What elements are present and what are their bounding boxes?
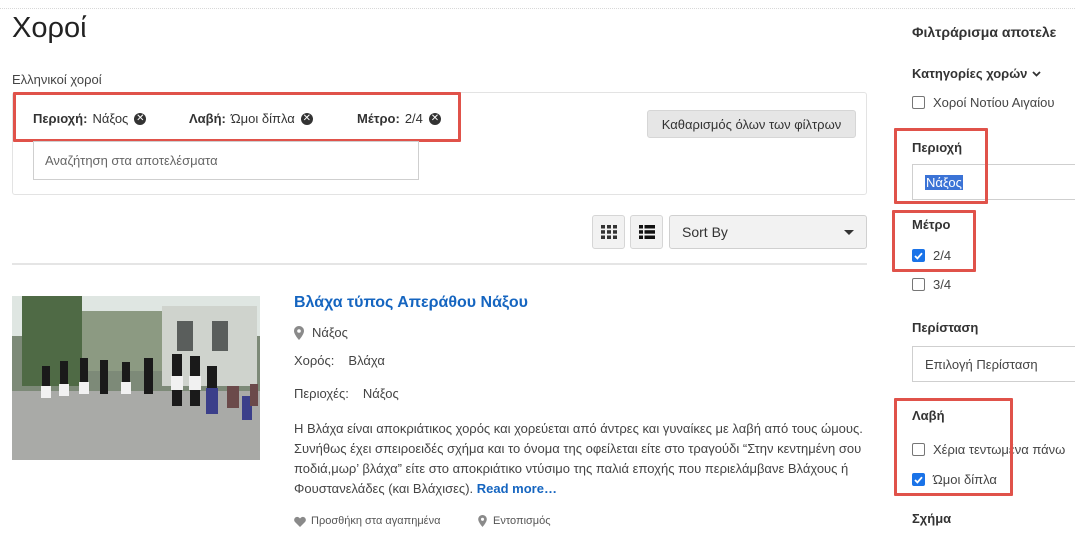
result-regions-row: Περιοχές: Νάξος xyxy=(294,386,399,401)
category-option[interactable]: Χοροί Νοτίου Αιγαίου xyxy=(912,95,1055,110)
regions-value: Νάξος xyxy=(362,386,399,401)
category-subtitle: Ελληνικοί χοροί xyxy=(12,72,102,87)
map-marker-icon xyxy=(478,515,487,527)
occasion-heading: Περίσταση xyxy=(912,320,979,335)
category-option-label: Χοροί Νοτίου Αιγαίου xyxy=(933,95,1055,110)
chevron-down-icon xyxy=(1032,70,1042,77)
dance-label: Χορός: xyxy=(294,353,335,368)
meter-option-3-4[interactable]: 3/4 xyxy=(912,277,951,292)
grid-view-icon xyxy=(600,225,617,239)
filter-sidebar-title: Φιλτράρισμα αποτελε xyxy=(912,24,1057,40)
result-dance-row: Χορός: Βλάχα xyxy=(294,353,385,368)
region-highlight xyxy=(894,128,988,204)
results-search-input[interactable] xyxy=(33,141,419,180)
add-favorite-label: Προσθήκη στα αγαπημένα xyxy=(311,515,441,527)
checkbox[interactable] xyxy=(912,96,925,109)
chips-highlight xyxy=(13,92,461,142)
meter-option-label: 3/4 xyxy=(933,277,952,292)
occasion-placeholder: Επιλογή Περίσταση xyxy=(925,356,1038,372)
result-location-text: Νάξος xyxy=(312,325,348,340)
read-more-link[interactable]: Read more… xyxy=(477,481,557,496)
caret-down-icon xyxy=(844,229,854,235)
regions-label: Περιοχές: xyxy=(294,386,349,401)
list-view-icon xyxy=(638,225,655,239)
occasion-select[interactable]: Επιλογή Περίσταση xyxy=(912,346,1075,382)
dancers-photo xyxy=(12,296,260,460)
result-title-link[interactable]: Βλάχα τύπος Απεράθου Νάξου xyxy=(294,294,528,312)
categories-heading: Κατηγορίες χορών xyxy=(912,66,1028,81)
dance-value: Βλάχα xyxy=(348,353,385,368)
sort-by-select[interactable]: Sort By xyxy=(669,215,867,249)
result-thumbnail[interactable] xyxy=(12,296,260,460)
page-title: Χοροί xyxy=(12,12,87,44)
categories-toggle[interactable]: Κατηγορίες χορών xyxy=(912,66,1042,81)
result-description: Η Βλάχα είναι αποκριάτικος χορός και χορ… xyxy=(294,419,864,499)
hold-highlight xyxy=(894,398,1013,496)
meter-highlight xyxy=(892,210,976,272)
clear-all-filters-button[interactable]: Καθαρισμός όλων των φίλτρων xyxy=(647,110,856,138)
sort-by-label: Sort By xyxy=(682,224,728,240)
locate-action[interactable]: Εντοπισμός xyxy=(478,515,551,527)
map-marker-icon xyxy=(294,325,304,340)
checkbox[interactable] xyxy=(912,278,925,291)
grid-view-button[interactable] xyxy=(592,215,625,249)
list-view-button[interactable] xyxy=(630,215,663,249)
results-divider xyxy=(12,263,867,265)
locate-label: Εντοπισμός xyxy=(493,515,551,527)
description-text: Η Βλάχα είναι αποκριάτικος χορός και χορ… xyxy=(294,421,863,496)
top-divider xyxy=(0,8,1075,9)
heart-icon xyxy=(294,516,306,527)
add-favorite-action[interactable]: Προσθήκη στα αγαπημένα xyxy=(294,515,440,527)
shape-heading: Σχήμα xyxy=(912,511,952,526)
result-location: Νάξος xyxy=(294,325,348,340)
